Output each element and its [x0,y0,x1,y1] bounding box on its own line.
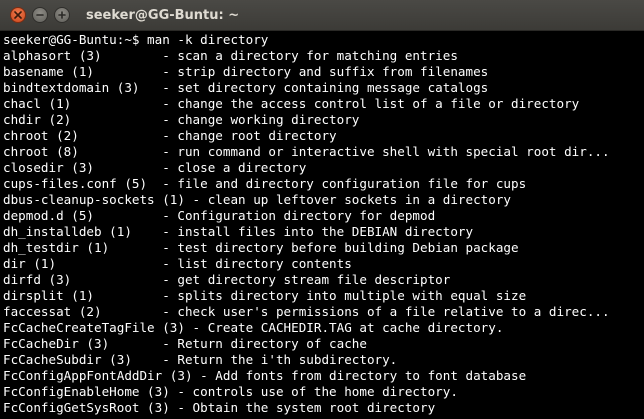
terminal-line: FcConfigAppFontAddDir (3) - Add fonts fr… [3,368,527,383]
terminal-line: cups-files.conf (5) - file and directory… [3,176,527,191]
terminal-line: depmod.d (5) - Configuration directory f… [3,208,436,223]
terminal-line: dbus-cleanup-sockets (1) - clean up left… [3,192,511,207]
close-button[interactable] [10,7,26,23]
maximize-icon [58,11,66,19]
terminal-line: closedir (3) - close a directory [3,160,307,175]
terminal-line: chroot (2) - change root directory [3,128,337,143]
terminal-line: chacl (1) - change the access control li… [3,96,580,111]
terminal-output[interactable]: seeker@GG-Buntu:~$ man -k directory alph… [0,32,644,419]
command-prompt-line: seeker@GG-Buntu:~$ man -k directory [3,32,269,47]
terminal-line: basename (1) - strip directory and suffi… [3,64,489,79]
terminal-line: dirfd (3) - get directory stream file de… [3,272,451,287]
terminal-window: seeker@GG-Buntu: ~ seeker@GG-Buntu:~$ ma… [0,0,644,419]
minimize-button[interactable] [32,7,48,23]
window-title: seeker@GG-Buntu: ~ [86,8,240,23]
terminal-line: bindtextdomain (3) - set directory conta… [3,80,489,95]
terminal-line: alphasort (3) - scan a directory for mat… [3,48,458,63]
terminal-line: chroot (8) - run command or interactive … [3,144,610,159]
terminal-line: dir (1) - list directory contents [3,256,352,271]
terminal-line: chdir (2) - change working directory [3,112,360,127]
maximize-button[interactable] [54,7,70,23]
minimize-icon [36,14,44,16]
close-icon [14,11,22,19]
terminal-line: FcConfigEnableHome (3) - controls use of… [3,384,458,399]
terminal-line: dh_testdir (1) - test directory before b… [3,240,519,255]
terminal-line: FcCacheSubdir (3) - Return the i'th subd… [3,352,398,367]
terminal-line: FcConfigGetSysRoot (3) - Obtain the syst… [3,400,436,415]
terminal-line: dh_installdeb (1) - install files into t… [3,224,474,239]
terminal-line: dirsplit (1) - splits directory into mul… [3,288,527,303]
terminal-line: FcCacheCreateTagFile (3) - Create CACHED… [3,320,504,335]
terminal-line: FcCacheDir (3) - Return directory of cac… [3,336,367,351]
terminal-line: faccessat (2) - check user's permissions… [3,304,610,319]
title-bar[interactable]: seeker@GG-Buntu: ~ [0,0,644,31]
